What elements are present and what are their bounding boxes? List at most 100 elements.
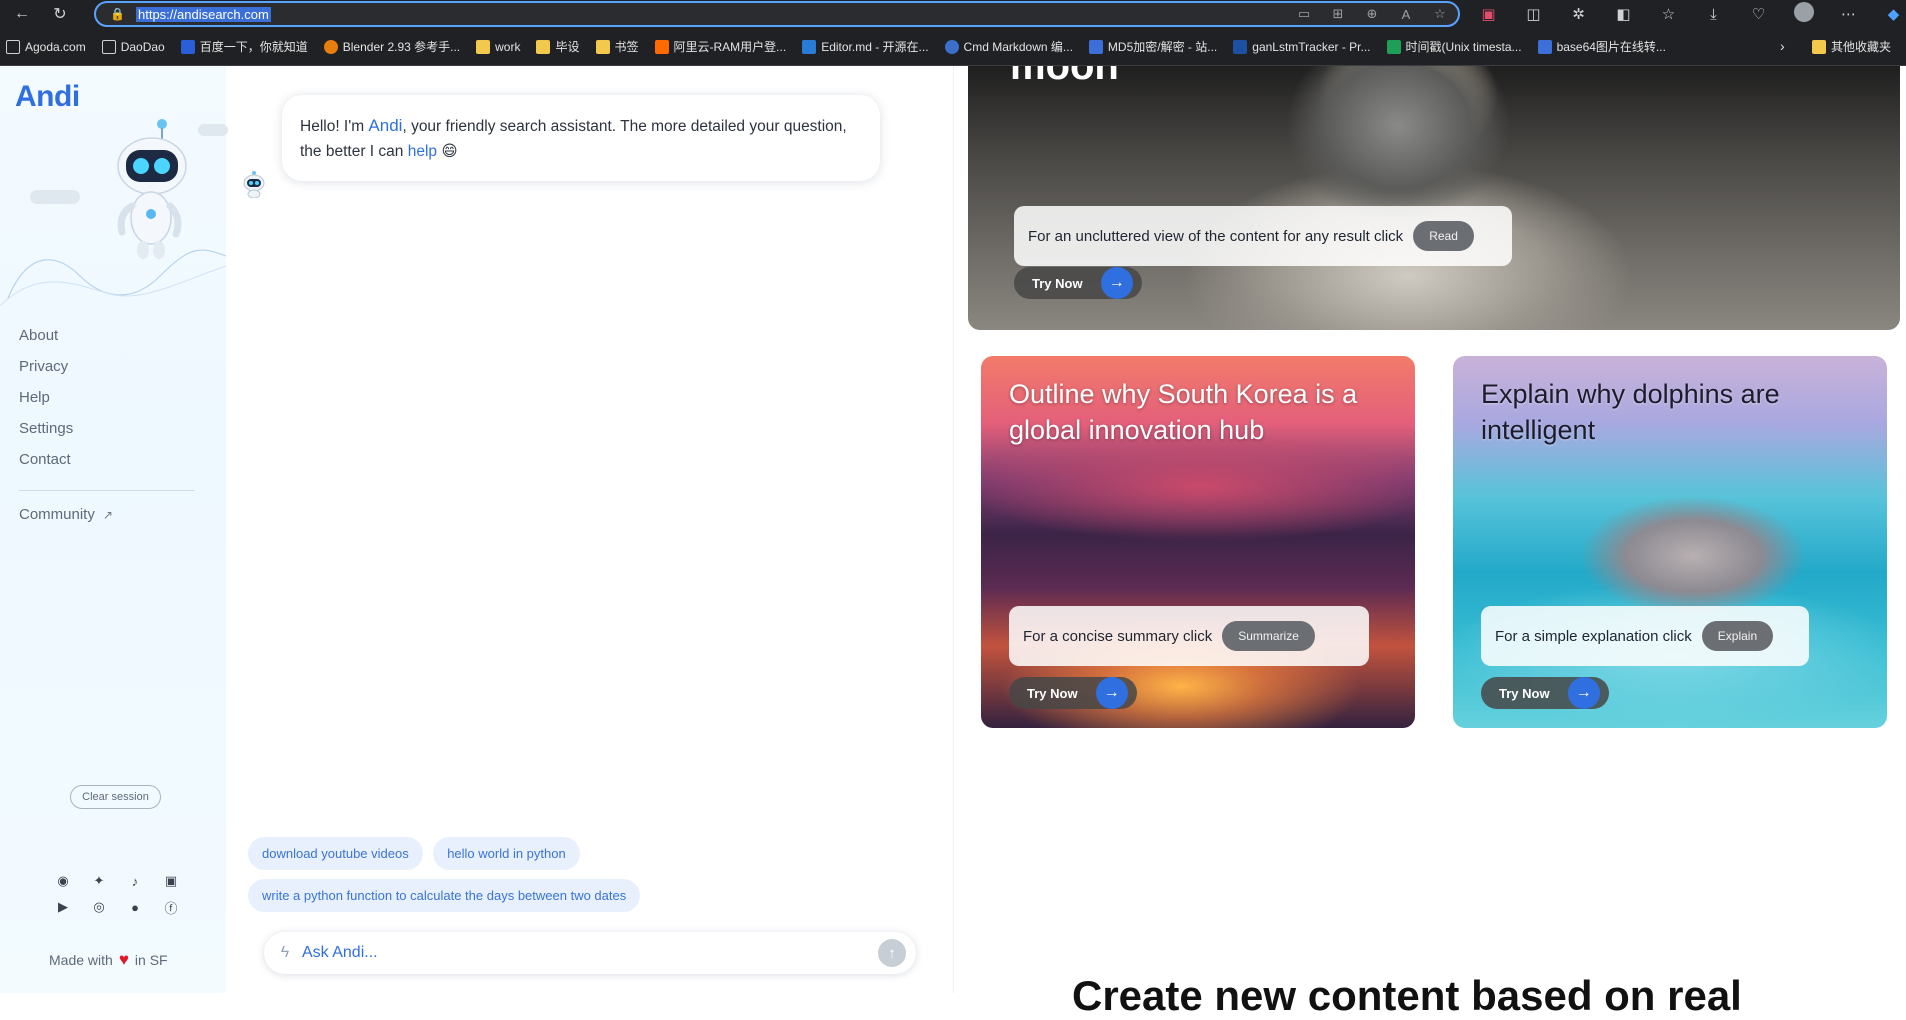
timestamp-icon: [1386, 39, 1401, 54]
try-now-label: Try Now: [1027, 685, 1078, 701]
bookmark-folder[interactable]: work: [476, 39, 520, 54]
hint-text: For an uncluttered view of the content f…: [1028, 227, 1404, 245]
chevron-right-icon[interactable]: ›: [1780, 38, 1785, 54]
andi-logo[interactable]: Andi: [15, 80, 80, 114]
clear-session-button[interactable]: Clear session: [70, 785, 161, 809]
card-hint: For an uncluttered view of the content f…: [1014, 206, 1512, 266]
folder-icon: [476, 39, 491, 54]
section-heading: Create new content based on real: [1072, 972, 1742, 1019]
profile-icon[interactable]: [1781, 2, 1826, 26]
folder-icon: [1812, 39, 1826, 54]
baidu-icon: [180, 39, 195, 54]
tiktok-icon[interactable]: ♪: [126, 872, 144, 890]
suggestion-chip[interactable]: hello world in python: [433, 837, 580, 870]
arrow-right-icon: →: [1095, 677, 1128, 709]
andi-robot-mascot: [117, 119, 187, 259]
read-button[interactable]: Read: [1413, 221, 1474, 251]
split-screen-icon[interactable]: ◧: [1601, 5, 1646, 23]
summarize-button[interactable]: Summarize: [1222, 621, 1315, 651]
made-with-footer: Made with ♥ in SF: [49, 950, 168, 970]
bot-avatar-icon: [243, 171, 265, 198]
folder-icon: [536, 39, 551, 54]
greeting-brand: Andi: [368, 116, 403, 135]
bookmark[interactable]: ganLstmTracker - Pr...: [1233, 39, 1371, 54]
hint-text: For a simple explanation click: [1495, 627, 1692, 645]
cmd-markdown-icon: [944, 39, 959, 54]
extension-puzzle-icon[interactable]: ✲: [1556, 5, 1601, 23]
lightning-icon: ϟ: [280, 944, 290, 961]
bookmark-folder[interactable]: 书签: [595, 38, 639, 55]
bookmark[interactable]: DaoDao: [101, 39, 165, 54]
nav-settings[interactable]: Settings: [19, 413, 73, 444]
suggestion-chip[interactable]: download youtube videos: [248, 837, 423, 870]
try-now-button[interactable]: Try Now →: [1009, 677, 1137, 709]
nav-privacy[interactable]: Privacy: [19, 351, 73, 382]
arrow-right-icon: →: [1567, 677, 1600, 709]
try-now-label: Try Now: [1499, 685, 1550, 701]
bookmark[interactable]: MD5加密/解密 - 站...: [1088, 38, 1217, 55]
card-title: moon: [1010, 66, 1119, 88]
bookmark[interactable]: Cmd Markdown 编...: [944, 38, 1073, 55]
copilot-icon[interactable]: ◆: [1871, 5, 1906, 23]
card-hint: For a concise summary click Summarize: [1009, 606, 1369, 666]
translate-ext-icon[interactable]: ▣: [1466, 5, 1511, 23]
ask-bar: ϟ ↑: [264, 932, 916, 974]
send-arrow-icon[interactable]: ↑: [878, 939, 906, 967]
explain-button[interactable]: Explain: [1701, 621, 1774, 651]
lock-icon: 🔒: [110, 7, 125, 21]
bookmark[interactable]: base64图片在线转...: [1537, 38, 1666, 55]
heart-icon: ♥: [118, 950, 129, 969]
made-in-label: in SF: [134, 952, 168, 968]
sidebar-nav: About Privacy Help Settings Contact: [19, 320, 73, 475]
linkedin-icon[interactable]: ▣: [162, 872, 180, 890]
collections-icon[interactable]: ☆: [1646, 5, 1691, 23]
try-now-label: Try Now: [1032, 275, 1083, 291]
more-icon[interactable]: ⋯: [1826, 5, 1871, 23]
favorite-star-icon[interactable]: ☆: [1430, 6, 1450, 22]
korea-feature-card: Outline why South Korea is a global inno…: [981, 356, 1415, 728]
sidebar: Andi About Privacy Help Settings Contact…: [0, 66, 228, 993]
bookmark-folder[interactable]: 毕设: [536, 38, 580, 55]
nav-divider: [19, 490, 195, 491]
screenshot-ext-icon[interactable]: ◫: [1511, 5, 1556, 23]
bookmark[interactable]: 百度一下，你就知道: [180, 38, 308, 55]
ask-input[interactable]: [302, 944, 878, 962]
back-arrow-icon[interactable]: ←: [8, 0, 36, 28]
arrow-right-icon: →: [1100, 267, 1133, 299]
help-link[interactable]: help: [408, 143, 437, 160]
instagram-icon[interactable]: ◎: [90, 898, 108, 916]
other-bookmarks[interactable]: 其他收藏夹: [1812, 38, 1891, 55]
card-title: Explain why dolphins are intelligent: [1481, 379, 1780, 445]
twitter-icon[interactable]: ✦: [90, 872, 108, 890]
suggestion-chips: download youtube videos hello world in p…: [248, 837, 808, 921]
bookmark[interactable]: 阿里云-RAM用户登...: [654, 38, 786, 55]
facebook-icon[interactable]: ⓕ: [162, 898, 180, 916]
bookmark[interactable]: 时间戳(Unix timesta...: [1386, 38, 1522, 55]
nav-contact[interactable]: Contact: [19, 444, 73, 475]
health-icon[interactable]: ♡: [1736, 5, 1781, 23]
bookmark[interactable]: Editor.md - 开源在...: [802, 38, 929, 55]
bookmark[interactable]: Agoda.com: [6, 39, 86, 54]
read-aloud-icon[interactable]: A: [1396, 7, 1416, 22]
page-icon: [6, 39, 20, 54]
reddit-icon[interactable]: ●: [126, 898, 144, 916]
discord-icon[interactable]: ◉: [54, 872, 72, 890]
downloads-icon[interactable]: ⤓: [1691, 6, 1736, 23]
suggestion-chip[interactable]: write a python function to calculate the…: [248, 879, 641, 912]
youtube-icon[interactable]: ▶: [54, 898, 72, 916]
base64-icon: [1537, 39, 1552, 54]
smile-emoji: 😄: [441, 143, 458, 160]
community-link[interactable]: Community ↗: [19, 506, 113, 523]
nav-help[interactable]: Help: [19, 382, 73, 413]
try-now-button[interactable]: Try Now →: [1481, 677, 1609, 709]
reload-icon[interactable]: ↻: [46, 0, 74, 28]
try-now-button[interactable]: Try Now →: [1014, 267, 1142, 299]
nav-about[interactable]: About: [19, 320, 73, 351]
greeting-bubble: Hello! I'm Andi, your friendly search as…: [282, 95, 880, 181]
bookmark[interactable]: Blender 2.93 参考手...: [323, 38, 460, 55]
apps-icon[interactable]: ⊞: [1328, 6, 1348, 22]
add-tab-icon[interactable]: ⊕: [1362, 6, 1382, 22]
url-text[interactable]: https://andisearch.com: [136, 6, 271, 22]
reader-mode-icon[interactable]: ▭: [1294, 6, 1314, 22]
address-bar[interactable]: 🔒 https://andisearch.com ▭ ⊞ ⊕ A ☆: [94, 1, 1460, 27]
